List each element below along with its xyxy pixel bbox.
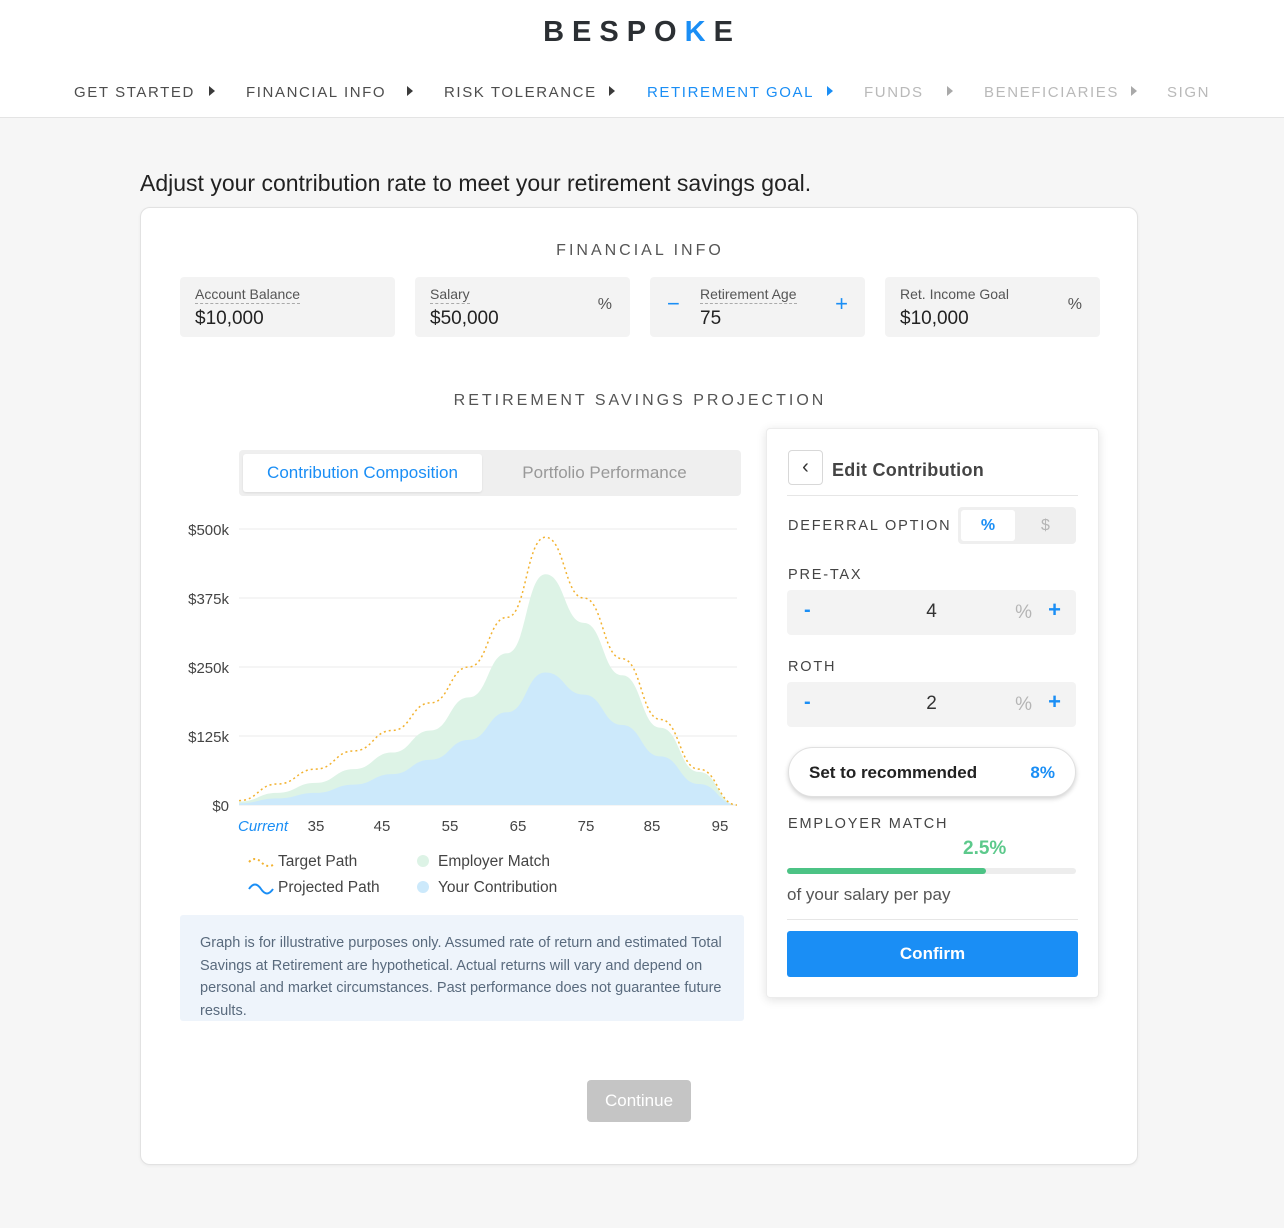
y-tick-label: $125k: [188, 729, 229, 746]
pretax-increase-button[interactable]: +: [1048, 597, 1061, 623]
edit-contribution-panel: ‹ Edit Contribution DEFERRAL OPTION % $ …: [766, 428, 1099, 998]
recommended-label: Set to recommended: [809, 763, 978, 782]
savings-projection-chart: $500k $375k $250k $125k $0 Current 35 45 55 65 75 8…: [188, 522, 738, 896]
legend-swatch-projected-path: [248, 883, 274, 895]
projection-title: RETIREMENT SAVINGS PROJECTION: [453, 392, 827, 409]
divider: [787, 919, 1078, 920]
deferral-percent-option[interactable]: %: [961, 510, 1015, 541]
step-get-started[interactable]: GET STARTED: [74, 84, 195, 101]
employer-match-label: EMPLOYER MATCH: [788, 816, 949, 832]
roth-value[interactable]: 2: [787, 693, 1076, 715]
top-bar: BESPOKE GET STARTED FINANCIAL INFO RISK …: [0, 0, 1284, 118]
account-balance-label: Account Balance: [195, 286, 301, 304]
decrease-age-button[interactable]: −: [667, 292, 680, 316]
step-sign: SIGN: [1167, 84, 1211, 101]
salary-field[interactable]: Salary $50,000 %: [415, 277, 630, 337]
increase-age-button[interactable]: +: [835, 292, 848, 316]
deferral-option-label: DEFERRAL OPTION: [788, 518, 952, 534]
roth-stepper: - 2 % +: [787, 682, 1076, 727]
income-goal-field[interactable]: Ret. Income Goal $10,000 %: [885, 277, 1100, 337]
roth-unit: %: [1015, 694, 1032, 715]
income-goal-label: Ret. Income Goal: [900, 286, 1009, 302]
retirement-age-label: Retirement Age: [700, 286, 797, 304]
legend-swatch-your-contribution: [417, 881, 429, 893]
step-funds: FUNDS: [864, 84, 924, 101]
x-tick-label: 95: [712, 818, 729, 835]
legend-label: Projected Path: [278, 879, 380, 896]
y-tick-label: $375k: [188, 591, 229, 608]
account-balance-value: $10,000: [195, 308, 264, 329]
financial-info-title: FINANCIAL INFO: [556, 242, 724, 259]
account-balance-field[interactable]: Account Balance $10,000: [180, 277, 395, 337]
chevron-left-icon: ‹: [802, 456, 809, 478]
x-tick-label: 35: [308, 818, 325, 835]
recommended-value: 8%: [1030, 763, 1055, 782]
progress-steps: GET STARTED FINANCIAL INFO RISK TOLERANC…: [0, 84, 1284, 104]
y-tick-label: $500k: [188, 522, 229, 539]
back-button[interactable]: ‹: [788, 450, 823, 485]
percent-toggle-icon[interactable]: %: [598, 296, 612, 314]
panel-title: Edit Contribution: [832, 460, 985, 480]
set-recommended-button[interactable]: Set to recommended 8%: [788, 747, 1076, 797]
pretax-label: PRE-TAX: [788, 567, 863, 583]
step-arrow-icon: [1131, 86, 1137, 96]
legend-swatch-employer-match: [417, 855, 429, 867]
retirement-age-field[interactable]: − Retirement Age 75 +: [650, 277, 865, 337]
tab-portfolio-performance[interactable]: Portfolio Performance: [486, 454, 723, 492]
y-tick-label: $0: [212, 798, 229, 815]
retirement-age-value: 75: [700, 308, 722, 329]
employer-match-fill: [787, 868, 987, 874]
salary-label: Salary: [430, 286, 470, 304]
x-tick-label: 45: [374, 818, 391, 835]
step-arrow-icon: [407, 86, 413, 96]
step-beneficiaries: BENEFICIARIES: [984, 84, 1119, 101]
logo: BESPOKE: [543, 16, 741, 48]
step-retirement-goal[interactable]: RETIREMENT GOAL: [647, 84, 814, 101]
tab-contribution-composition[interactable]: Contribution Composition: [243, 454, 482, 492]
pretax-value[interactable]: 4: [787, 601, 1076, 623]
divider: [787, 495, 1078, 496]
step-financial-info[interactable]: FINANCIAL INFO: [246, 84, 386, 101]
step-arrow-icon: [209, 86, 215, 96]
chart-tabs: Contribution Composition Portfolio Perfo…: [239, 450, 741, 496]
percent-toggle-icon[interactable]: %: [1068, 296, 1082, 314]
x-tick-label: 75: [578, 818, 595, 835]
x-tick-label: 65: [510, 818, 527, 835]
main-card: FINANCIAL INFO Account Balance $10,000 S…: [140, 207, 1138, 1165]
legend-swatch-target-path: [248, 858, 274, 867]
step-arrow-icon: [609, 86, 615, 96]
salary-value: $50,000: [430, 308, 499, 329]
confirm-button[interactable]: Confirm: [787, 931, 1078, 977]
page-headline: Adjust your contribution rate to meet yo…: [140, 170, 812, 196]
roth-increase-button[interactable]: +: [1048, 689, 1061, 715]
pretax-unit: %: [1015, 602, 1032, 623]
disclaimer-note: Graph is for illustrative purposes only.…: [180, 915, 744, 1021]
roth-label: ROTH: [788, 659, 837, 675]
deferral-dollar-option[interactable]: $: [1018, 510, 1073, 541]
employer-match-bar: [787, 868, 1076, 874]
x-tick-label: 85: [644, 818, 661, 835]
step-arrow-icon: [827, 86, 833, 96]
legend-label: Target Path: [278, 853, 357, 870]
legend-label: Your Contribution: [438, 879, 557, 896]
x-tick-label: 55: [442, 818, 459, 835]
employer-match-note: of your salary per pay: [787, 885, 951, 904]
y-tick-label: $250k: [188, 660, 229, 677]
pretax-stepper: - 4 % +: [787, 590, 1076, 635]
income-goal-value: $10,000: [900, 308, 969, 329]
legend-label: Employer Match: [438, 853, 550, 870]
employer-match-value: 2.5%: [963, 838, 1007, 859]
step-risk-tolerance[interactable]: RISK TOLERANCE: [444, 84, 597, 101]
deferral-toggle: % $: [958, 507, 1076, 544]
step-arrow-icon: [947, 86, 953, 96]
continue-button[interactable]: Continue: [587, 1080, 691, 1122]
x-tick-label: Current: [238, 818, 289, 835]
